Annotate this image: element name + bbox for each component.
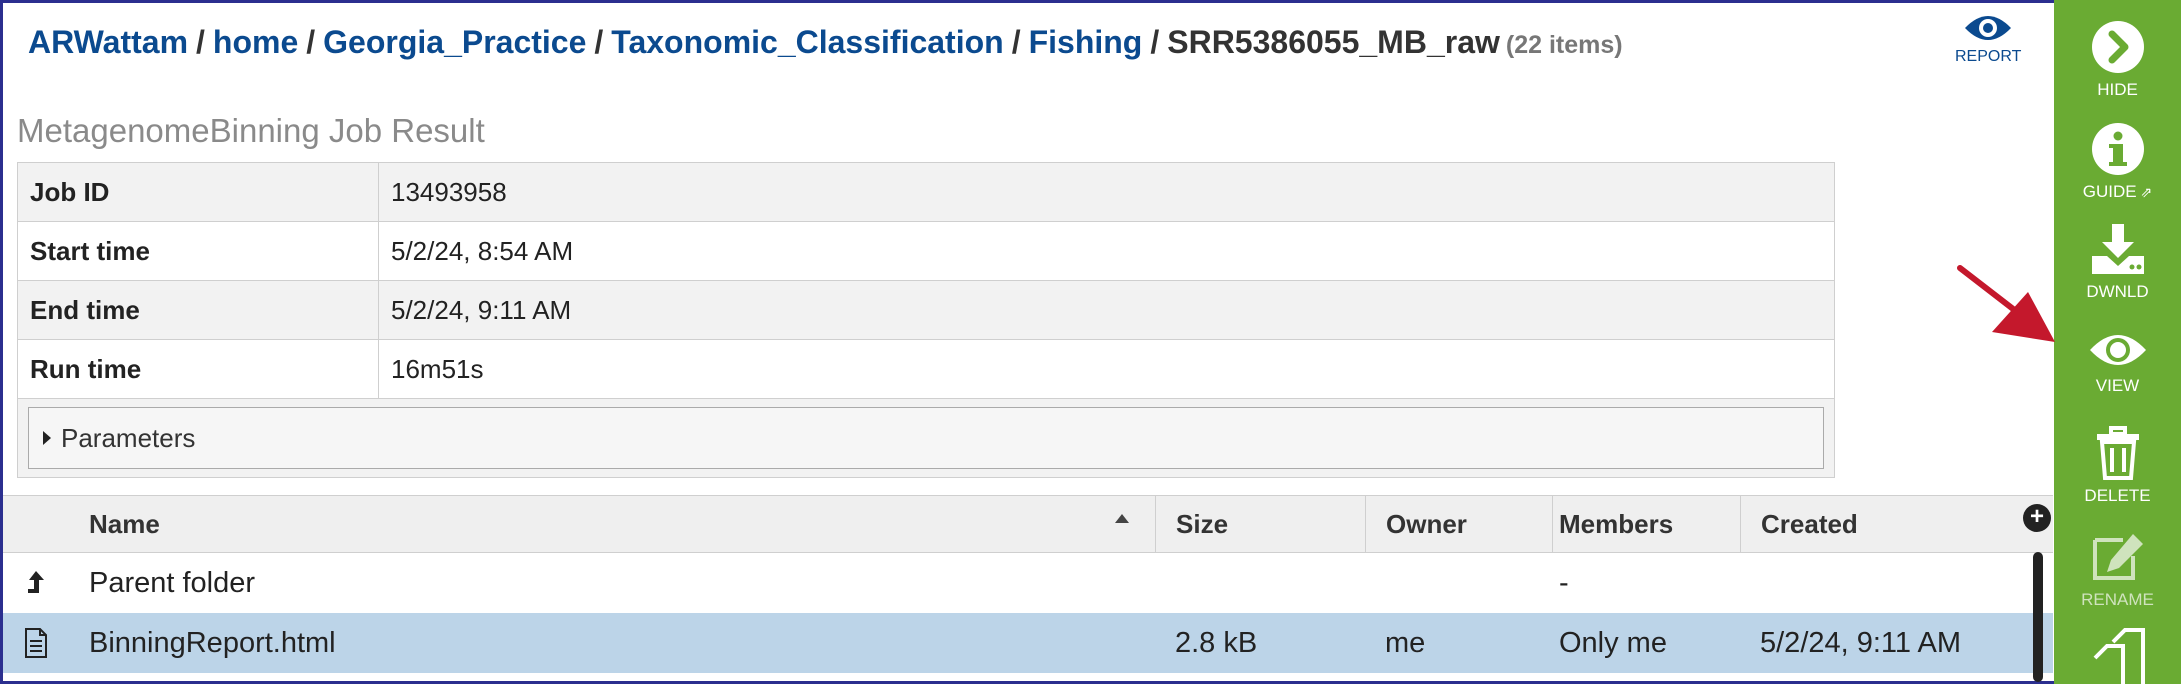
column-header-created[interactable]: Created <box>1740 496 1858 552</box>
breadcrumb-separator: / <box>196 24 205 60</box>
end-time-label: End time <box>17 280 379 340</box>
hide-label: HIDE <box>2097 80 2138 99</box>
info-icon <box>2091 123 2144 175</box>
eye-icon <box>2089 335 2146 365</box>
job-id-label: Job ID <box>17 162 379 222</box>
breadcrumb-link-home[interactable]: home <box>213 24 298 60</box>
vertical-scrollbar[interactable] <box>2033 552 2043 682</box>
annotation-arrow-icon <box>1957 265 2055 342</box>
guide-label: GUIDE <box>2082 182 2137 201</box>
download-button[interactable]: DWNLD <box>2054 222 2181 302</box>
breadcrumb-link-fishing[interactable]: Fishing <box>1029 24 1143 60</box>
breadcrumb-separator: / <box>594 24 604 60</box>
action-sidebar: HIDE GUIDE ⇗ DWNLD VIEW DELETE RENAME <box>2054 0 2181 684</box>
item-count: (22 items) <box>1505 31 1623 59</box>
delete-button[interactable]: DELETE <box>2054 426 2181 506</box>
run-time-label: Run time <box>17 339 379 399</box>
file-name[interactable]: Parent folder <box>89 553 255 613</box>
breadcrumb-link-georgia-practice[interactable]: Georgia_Practice <box>323 24 586 60</box>
breadcrumb-link-arwattam[interactable]: ARWattam <box>28 24 188 60</box>
guide-button[interactable]: GUIDE ⇗ <box>2054 122 2181 202</box>
table-row: Parameters <box>17 398 1835 478</box>
parameters-cell: Parameters <box>17 398 1835 478</box>
run-time-value: 16m51s <box>378 339 1835 399</box>
job-result-title: MetagenomeBinning Job Result <box>17 112 485 149</box>
file-grid: Name Size Owner Members Created + Parent… <box>3 495 2053 673</box>
rename-button[interactable]: RENAME <box>2054 530 2181 610</box>
copy-icon <box>2093 628 2145 684</box>
parameters-toggle[interactable]: Parameters <box>28 407 1824 469</box>
file-owner: me <box>1385 626 1426 659</box>
column-header-members[interactable]: Members <box>1552 496 1673 552</box>
parent-folder-icon <box>25 553 47 613</box>
job-metadata-table: Job ID 13493958 Start time 5/2/24, 8:54 … <box>17 162 1835 478</box>
report-button[interactable]: REPORT <box>1955 12 2021 66</box>
file-members: Only me <box>1559 626 1667 659</box>
hide-button[interactable]: HIDE <box>2054 20 2181 100</box>
column-header-owner[interactable]: Owner <box>1365 496 1467 552</box>
external-link-icon: ⇗ <box>2136 184 2153 200</box>
caret-right-icon <box>43 431 51 445</box>
breadcrumb-separator: / <box>1011 24 1021 60</box>
parameters-label: Parameters <box>61 422 196 453</box>
pencil-icon <box>2092 534 2143 580</box>
start-time-value: 5/2/24, 8:54 AM <box>378 221 1835 281</box>
copy-button[interactable] <box>2054 628 2181 690</box>
table-row: End time 5/2/24, 9:11 AM <box>17 280 1835 340</box>
start-time-label: Start time <box>17 221 379 281</box>
sort-ascending-icon[interactable] <box>1115 514 1129 523</box>
eye-icon <box>1965 16 2011 40</box>
table-row: Run time 16m51s <box>17 339 1835 399</box>
table-row: Job ID 13493958 <box>17 162 1835 222</box>
view-label: VIEW <box>2095 376 2140 395</box>
breadcrumb-link-taxonomic-classification[interactable]: Taxonomic_Classification <box>611 24 1003 60</box>
trash-icon <box>2096 426 2139 480</box>
grid-header: Name Size Owner Members Created + <box>3 495 2053 553</box>
report-label: REPORT <box>1955 48 2022 65</box>
document-icon <box>23 613 49 673</box>
end-time-value: 5/2/24, 9:11 AM <box>378 280 1835 340</box>
rename-label: RENAME <box>2081 590 2154 609</box>
column-header-name[interactable]: Name <box>89 496 160 552</box>
file-size: 2.8 kB <box>1175 626 1258 659</box>
delete-label: DELETE <box>2084 486 2151 505</box>
table-row-binning-report[interactable]: BinningReport.html 2.8 kB me Only me 5/2… <box>3 613 2053 673</box>
download-label: DWNLD <box>2086 282 2149 301</box>
chevron-right-circle-icon <box>2091 21 2144 73</box>
file-name[interactable]: BinningReport.html <box>89 613 336 673</box>
view-button[interactable]: VIEW <box>2054 330 2181 396</box>
file-members: - <box>1559 566 1569 599</box>
breadcrumb-separator: / <box>1150 24 1160 60</box>
breadcrumb-current-folder: SRR5386055_MB_raw <box>1167 24 1500 60</box>
table-row-parent-folder[interactable]: Parent folder - <box>3 553 2053 613</box>
column-header-size[interactable]: Size <box>1155 496 1228 552</box>
breadcrumb-separator: / <box>306 24 316 60</box>
plus-circle-icon[interactable]: + <box>2023 504 2051 532</box>
job-id-value: 13493958 <box>378 162 1835 222</box>
file-created: 5/2/24, 9:11 AM <box>1760 626 1961 659</box>
table-row: Start time 5/2/24, 8:54 AM <box>17 221 1835 281</box>
download-icon <box>2091 224 2144 274</box>
breadcrumb: ARWattam / home / Georgia_Practice / Taxonomic… <box>28 24 1623 61</box>
